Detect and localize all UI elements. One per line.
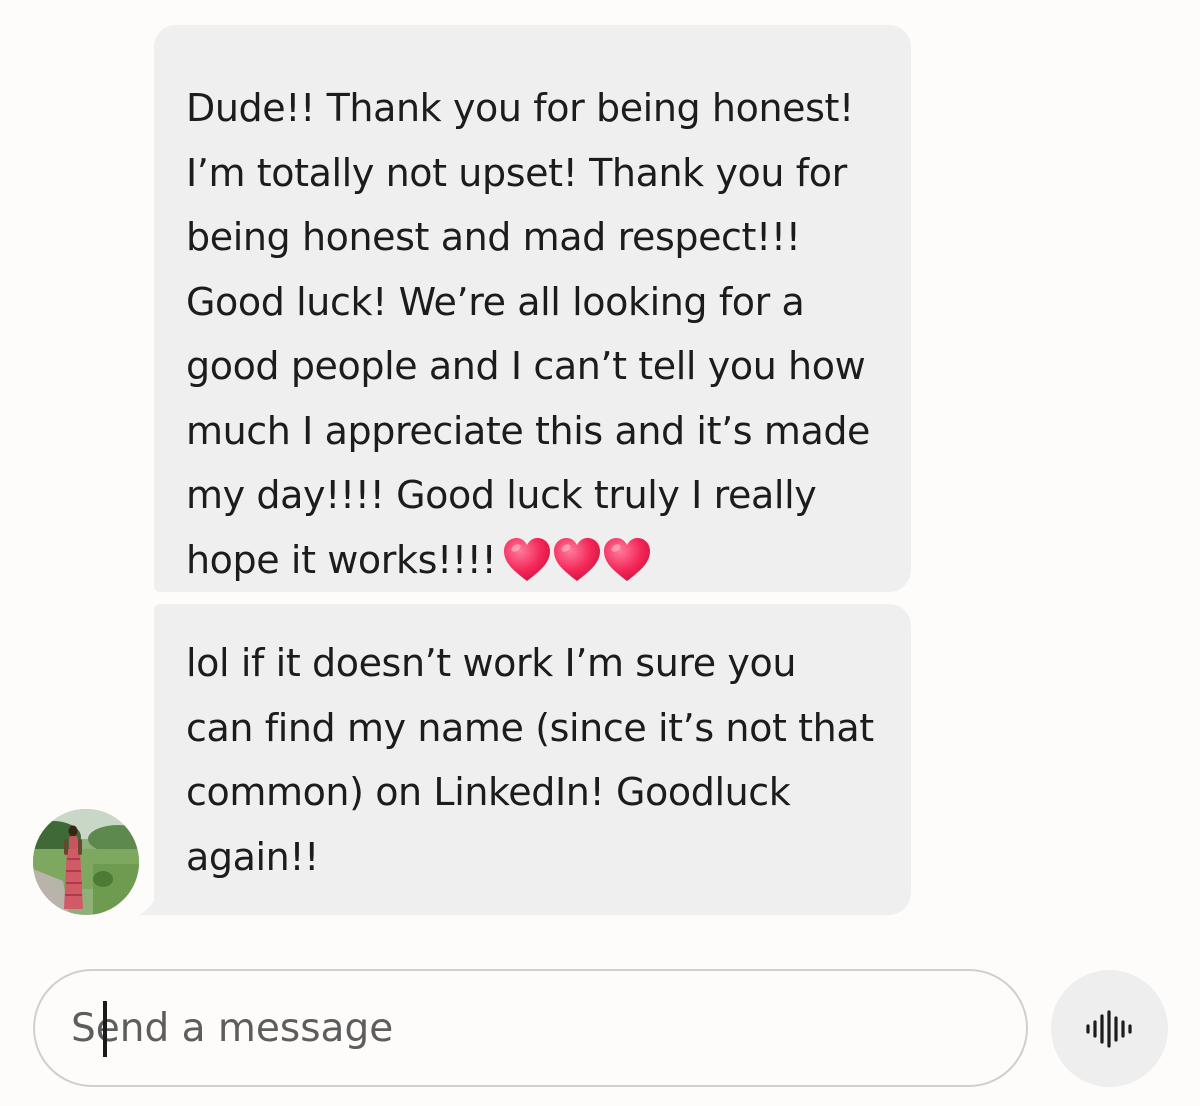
voice-message-button[interactable] (1051, 970, 1168, 1087)
message-line: my day!!!! Good luck truly I really (186, 473, 817, 517)
message-line: Dude!! Thank you for being honest! (186, 86, 854, 130)
message-bubble[interactable]: lol if it doesn’t work I’m sure you can … (154, 604, 911, 915)
sender-avatar[interactable] (33, 809, 139, 915)
message-input[interactable] (71, 971, 971, 1085)
hearts-emoji-group (502, 537, 652, 583)
message-bubble[interactable]: Dude!! Thank you for being honest! I’m t… (154, 25, 911, 592)
message-composer[interactable] (33, 969, 1028, 1087)
message-thread: Dude!! Thank you for being honest! I’m t… (0, 0, 1200, 950)
message-line: common) on LinkedIn! Goodluck (186, 770, 791, 814)
heart-emoji-icon (604, 537, 651, 581)
heart-emoji-icon (554, 537, 601, 581)
avatar-photo (33, 809, 139, 915)
voice-waveform-icon (1085, 1009, 1132, 1048)
message-line: lol if it doesn’t work I’m sure you (186, 641, 797, 685)
message-line: good people and I can’t tell you how (186, 344, 866, 388)
message-line-last: hope it works!!!! (186, 528, 879, 593)
message-line: hope it works!!!! (186, 537, 497, 582)
message-line: can find my name (since it’s not that (186, 705, 874, 750)
message-line: Good luck! We’re all looking for a (186, 279, 805, 324)
message-line: much I appreciate this and it’s made (186, 408, 871, 453)
message-line: again!! (186, 834, 320, 879)
message-line: being honest and mad respect!!! (186, 215, 801, 259)
text-caret (103, 1001, 107, 1057)
message-line: I’m totally not upset! Thank you for (186, 150, 847, 195)
heart-emoji-icon (504, 537, 551, 581)
